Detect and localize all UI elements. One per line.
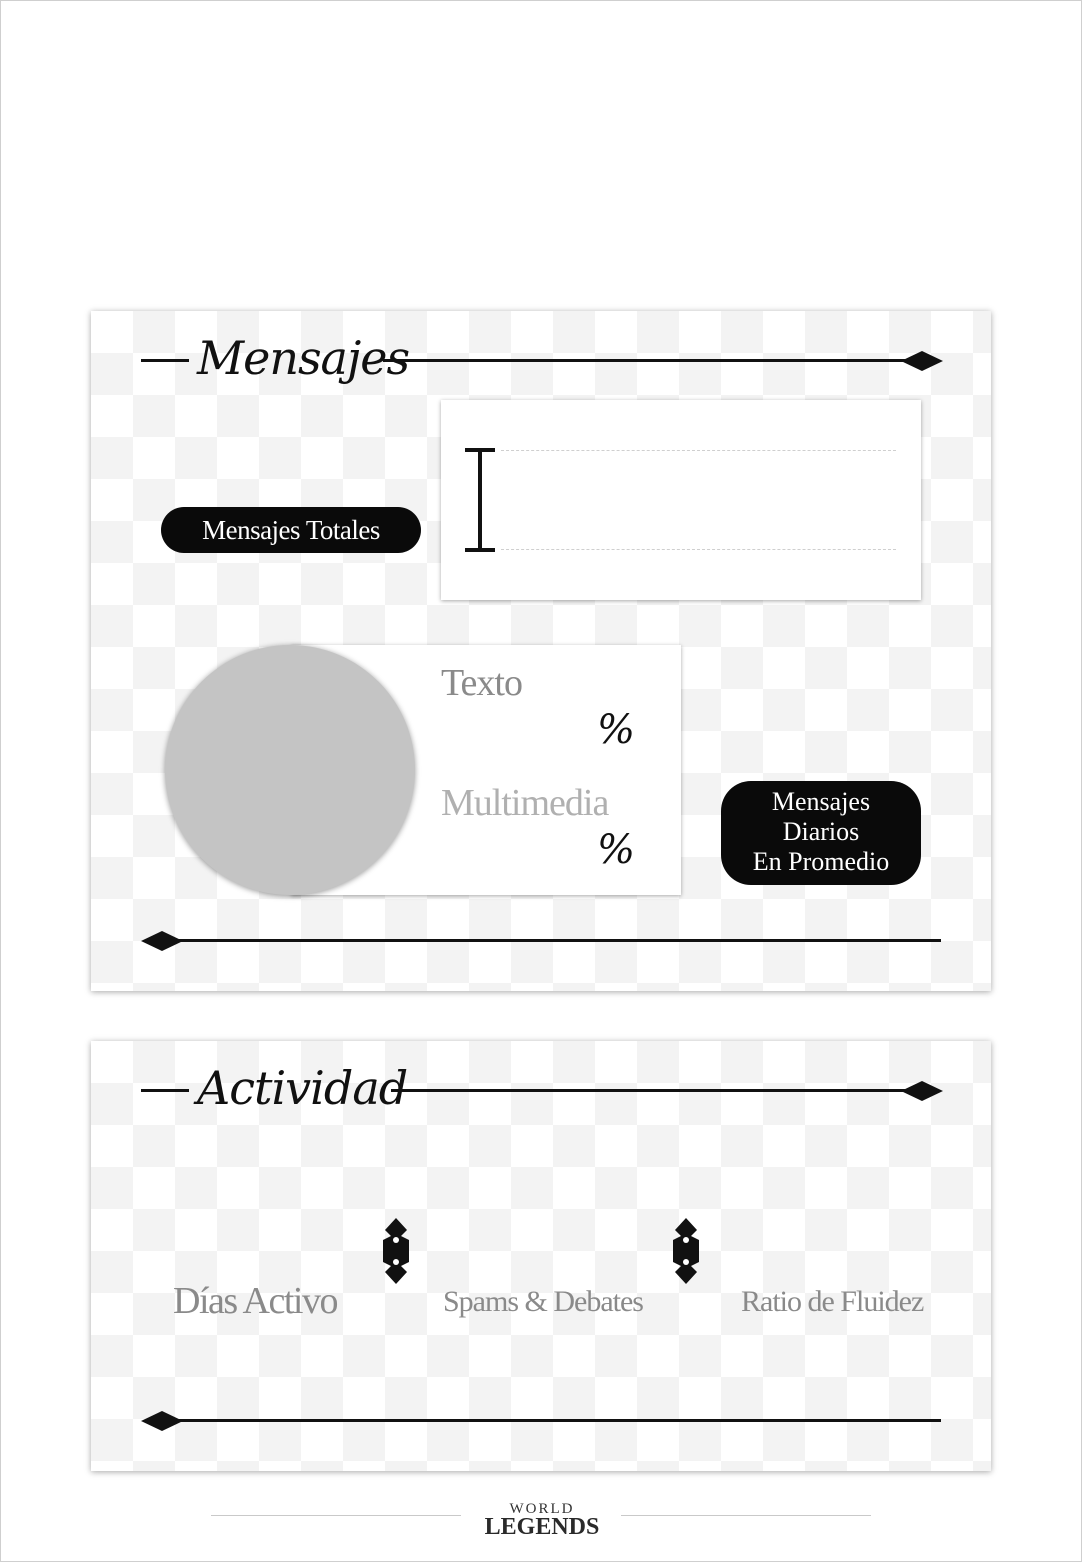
title-rule-left — [141, 359, 189, 362]
multimedia-percent: % — [597, 827, 636, 873]
footer-line-left — [211, 1515, 461, 1516]
guide-line-top — [501, 450, 896, 451]
texto-percent: % — [597, 707, 636, 753]
total-value-box — [441, 400, 921, 600]
guide-line-bottom — [501, 549, 896, 550]
actividad-title: Actividad — [197, 1061, 408, 1115]
texto-label: Texto — [441, 662, 523, 704]
pie-chart-placeholder — [165, 645, 415, 895]
logo-word-world: WORLD — [509, 1501, 575, 1517]
spams-debates-label: Spams & Debates — [443, 1285, 644, 1318]
daily-label-line1: Mensajes — [771, 787, 871, 816]
fleur-separator-icon — [673, 1218, 699, 1284]
fleur-separator-icon — [383, 1218, 409, 1284]
mensajes-title: Mensajes — [197, 331, 410, 385]
multimedia-label: Multimedia — [441, 782, 609, 824]
ratio-fluidez-label: Ratio de Fluidez — [741, 1285, 924, 1318]
diamond-ornament-icon — [901, 1081, 943, 1101]
footer-line-right — [621, 1515, 871, 1516]
dias-activo-label: Días Activo — [173, 1280, 338, 1322]
actividad-panel: Actividad Días Activo Spams & Debates Ra… — [91, 1041, 991, 1471]
title-rule-right — [391, 1089, 913, 1092]
bottom-rule — [171, 939, 941, 942]
bottom-rule — [171, 1419, 941, 1422]
logo-word-legends: LEGENDS — [484, 1514, 600, 1540]
daily-label-line3: En Promedio — [752, 847, 890, 876]
title-rule-right — [383, 359, 913, 362]
diamond-ornament-icon — [901, 351, 943, 371]
text-cursor-icon — [465, 448, 495, 552]
mensajes-totales-badge: Mensajes Totales — [161, 507, 421, 553]
daily-label-line2: Diarios — [782, 817, 860, 846]
title-rule-left — [141, 1089, 189, 1092]
mensajes-panel: Mensajes Mensajes Totales Texto % Multim… — [91, 311, 991, 991]
world-of-legends-logo: WORLD OF LEGENDS — [481, 1498, 603, 1542]
mensajes-diarios-badge: Mensajes Diarios En Promedio — [721, 781, 921, 885]
